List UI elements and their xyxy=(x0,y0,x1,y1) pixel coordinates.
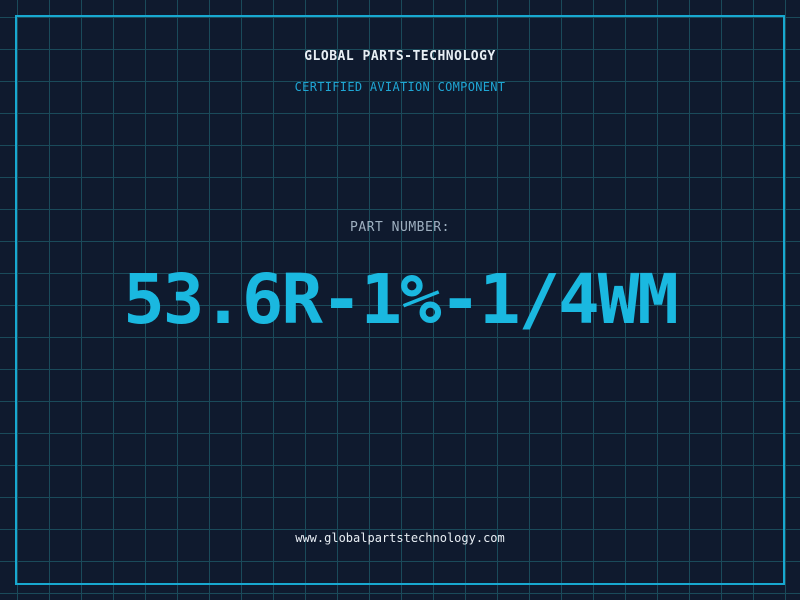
website-url: www.globalpartstechnology.com xyxy=(295,531,505,545)
part-number-value: 53.6R-1%-1/4WM xyxy=(123,260,679,340)
tagline: CERTIFIED AVIATION COMPONENT xyxy=(294,80,506,94)
part-number-label: PART NUMBER: xyxy=(350,220,450,235)
company-name: GLOBAL PARTS-TECHNOLOGY xyxy=(304,49,496,64)
